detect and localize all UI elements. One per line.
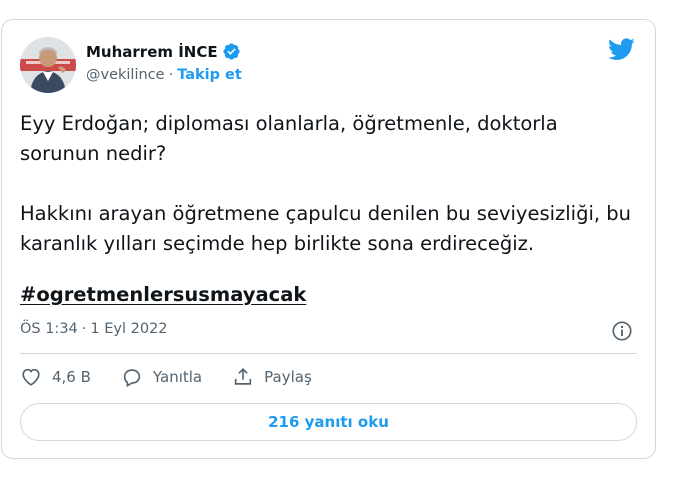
like-count: 4,6 B [52, 368, 91, 386]
separator-dot: · [81, 321, 87, 337]
author-name-row: Muharrem İNCE [86, 42, 241, 61]
author-handle-row: @vekilince · Takip et [86, 67, 242, 83]
share-button[interactable]: Paylaş [232, 366, 312, 388]
avatar[interactable] [20, 37, 76, 93]
hashtag-link[interactable]: #ogretmenlersusmayacak [20, 283, 306, 306]
action-bar: 4,6 B Yanıtla Paylaş [20, 366, 342, 388]
separator-dot: · [168, 67, 174, 83]
author-handle[interactable]: @vekilince [86, 67, 165, 83]
author-name[interactable]: Muharrem İNCE [86, 43, 218, 61]
heart-icon [22, 368, 40, 386]
tweet-timestamp[interactable]: ÖS 1:34 · 1 Eyl 2022 [20, 321, 168, 337]
like-button[interactable]: 4,6 B [20, 366, 91, 388]
read-replies-button[interactable]: 216 yanıtı oku [20, 403, 637, 441]
tweet-date: 1 Eyl 2022 [90, 321, 168, 337]
reply-bubble-icon [123, 369, 141, 388]
info-icon[interactable] [611, 320, 633, 342]
tweet-paragraph: Eyy Erdoğan; diploması olanlarla, öğretm… [20, 112, 558, 165]
divider [20, 353, 637, 354]
tweet-time: ÖS 1:34 [20, 321, 78, 337]
tweet-card: Muharrem İNCE @vekilince · Takip et Eyy … [1, 19, 656, 459]
tweet-paragraph: Hakkını arayan öğretmene çapulcu denilen… [20, 202, 632, 255]
follow-link[interactable]: Takip et [177, 67, 242, 83]
share-icon [234, 368, 252, 385]
verified-badge-icon [223, 43, 240, 60]
reply-button[interactable]: Yanıtla [121, 366, 202, 388]
tweet-text: Eyy Erdoğan; diploması olanlarla, öğretm… [20, 109, 640, 259]
reply-label: Yanıtla [152, 368, 203, 386]
twitter-bird-icon[interactable] [608, 38, 635, 61]
share-label: Paylaş [264, 368, 312, 386]
